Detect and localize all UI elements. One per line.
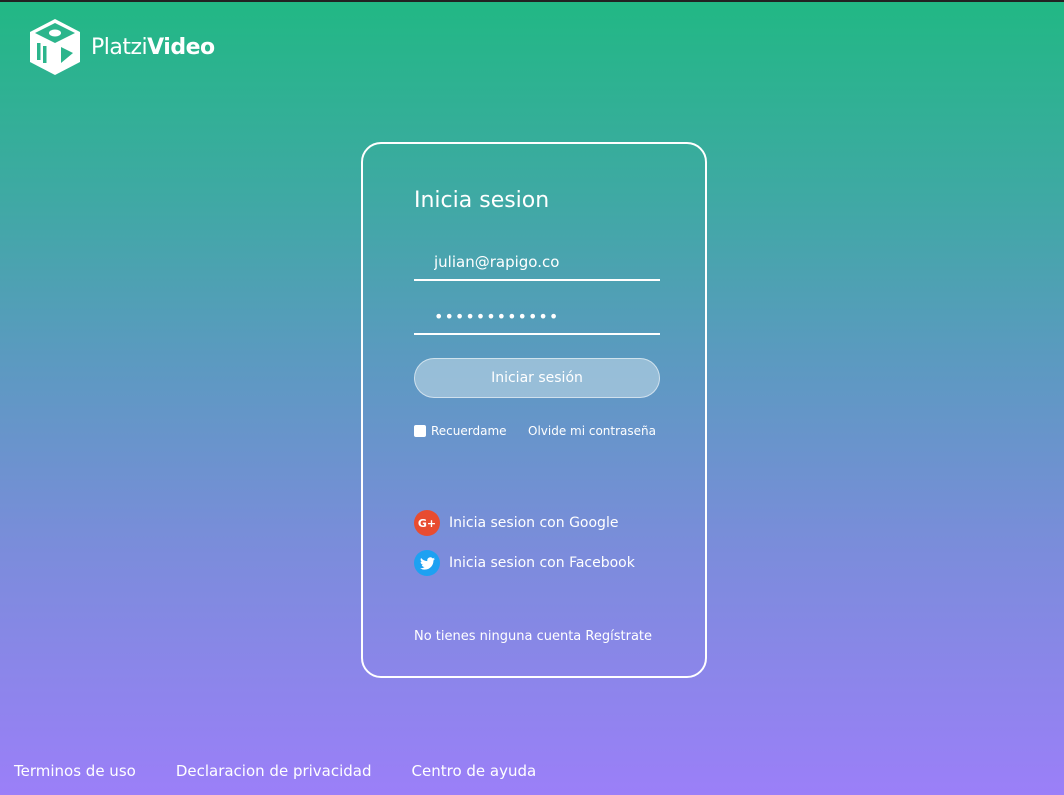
- login-card: Inicia sesion Iniciar sesión Recuerdame …: [361, 142, 707, 678]
- footer-nav: Terminos de uso Declaracion de privacida…: [14, 762, 576, 780]
- remember-checkbox[interactable]: [414, 425, 426, 437]
- twitter-login-label: Inicia sesion con Facebook: [449, 555, 635, 571]
- register-text: No tienes ninguna cuenta: [414, 629, 582, 644]
- remember-me[interactable]: Recuerdame: [414, 424, 507, 438]
- google-login-label: Inicia sesion con Google: [449, 515, 619, 531]
- google-login-link[interactable]: G+ Inicia sesion con Google: [414, 510, 618, 536]
- footer-link-privacy[interactable]: Declaracion de privacidad: [176, 762, 372, 780]
- login-button[interactable]: Iniciar sesión: [414, 358, 660, 398]
- cube-play-icon: [30, 19, 80, 75]
- twitter-login-link[interactable]: Inicia sesion con Facebook: [414, 550, 635, 576]
- brand-logo[interactable]: PlatziVideo: [28, 17, 215, 77]
- footer-link-help[interactable]: Centro de ayuda: [412, 762, 537, 780]
- brand-name: PlatziVideo: [91, 34, 215, 60]
- register-link[interactable]: Regístrate: [585, 629, 652, 644]
- remember-label: Recuerdame: [431, 424, 507, 438]
- forgot-password-link[interactable]: Olvide mi contraseña: [528, 424, 656, 438]
- footer-link-terms[interactable]: Terminos de uso: [14, 762, 136, 780]
- register-prompt: No tienes ninguna cuenta Regístrate: [414, 629, 652, 644]
- twitter-bird-icon: [414, 550, 440, 576]
- email-input[interactable]: [414, 245, 660, 281]
- google-plus-icon: G+: [414, 510, 440, 536]
- window-top-border: [0, 0, 1064, 2]
- password-input[interactable]: [414, 299, 660, 335]
- login-title: Inicia sesion: [414, 188, 550, 213]
